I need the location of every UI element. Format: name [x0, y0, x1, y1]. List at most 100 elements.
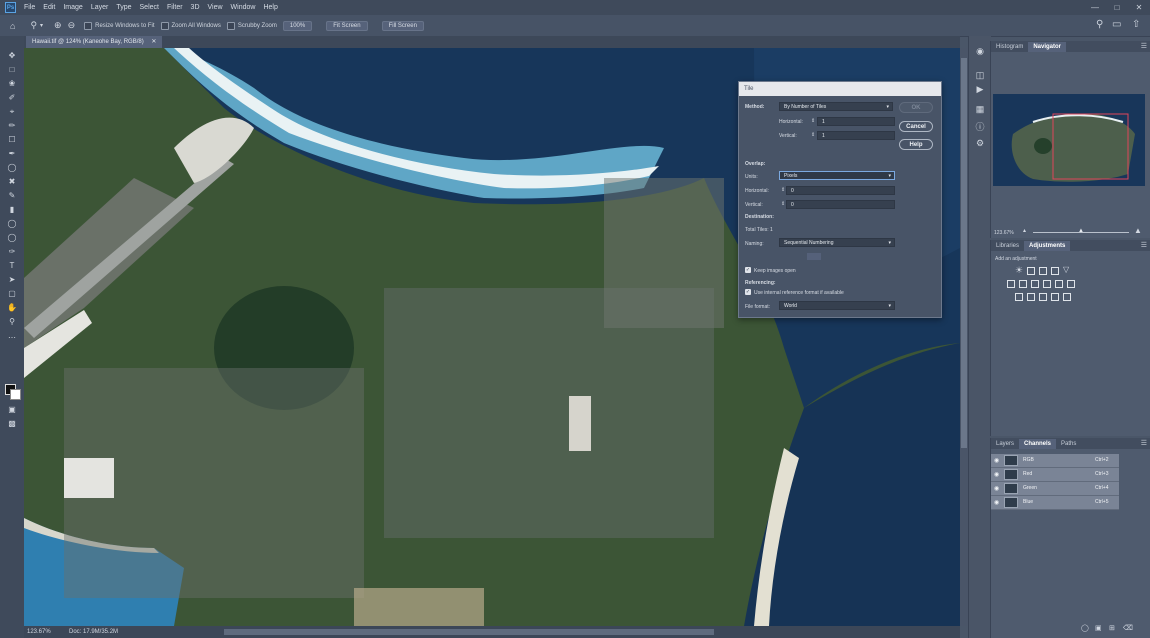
panel-menu-icon[interactable]: ☰ — [1141, 42, 1147, 50]
panel-menu-icon[interactable]: ☰ — [1141, 241, 1147, 249]
path-selection-tool-icon[interactable]: ➤ — [0, 274, 24, 286]
background-color-swatch[interactable] — [10, 389, 21, 400]
overlap-horizontal-input[interactable]: 0 — [786, 186, 895, 195]
spinner-icon[interactable]: ⇕ — [811, 118, 815, 124]
channel-row-green[interactable]: ◉ Green Ctrl+4 — [991, 482, 1119, 496]
horizontal-scrollbar[interactable] — [224, 629, 714, 635]
close-tab-icon[interactable]: ✕ — [151, 39, 156, 45]
healing-tool-icon[interactable]: ☐ — [0, 134, 24, 146]
share-icon[interactable]: ⇧ — [1132, 19, 1140, 30]
help-button[interactable]: Help — [899, 139, 933, 150]
selective-color-icon[interactable] — [1063, 293, 1071, 301]
channel-mixer-icon[interactable] — [1055, 280, 1063, 288]
pen-tool-icon[interactable]: ✑ — [0, 246, 24, 258]
units-select[interactable]: Pixels ▾ — [779, 171, 895, 180]
naming-suffix-field[interactable] — [807, 253, 821, 260]
tab-adjustments[interactable]: Adjustments — [1024, 241, 1071, 251]
vibrance-icon[interactable]: ▽ — [1063, 265, 1069, 274]
learn-icon[interactable]: ◉ — [969, 46, 991, 57]
zoom-slider-thumb[interactable]: ▲ — [1078, 228, 1084, 234]
posterize-icon[interactable] — [1027, 293, 1035, 301]
file-format-select[interactable]: World ▾ — [779, 301, 895, 310]
tab-layers[interactable]: Layers — [991, 439, 1019, 449]
delete-channel-icon[interactable]: ⌫ — [1123, 624, 1133, 632]
channel-row-rgb[interactable]: ◉ RGB Ctrl+2 — [991, 454, 1119, 468]
visibility-eye-icon[interactable]: ◉ — [994, 471, 999, 478]
spinner-icon[interactable]: ⇕ — [781, 201, 785, 207]
menu-filter[interactable]: Filter — [163, 0, 187, 15]
zoom-out-mountain-icon[interactable]: ▴ — [1023, 227, 1026, 234]
use-internal-ref-checkbox[interactable]: ✓ — [745, 289, 751, 295]
brush-tool-icon[interactable]: ✒ — [0, 148, 24, 160]
minimize-icon[interactable]: — — [1084, 0, 1106, 15]
quick-select-tool-icon[interactable]: ✐ — [0, 92, 24, 104]
visibility-eye-icon[interactable]: ◉ — [994, 457, 999, 464]
curves-icon[interactable] — [1039, 267, 1047, 275]
levels-icon[interactable] — [1027, 267, 1035, 275]
dodge-tool-icon[interactable]: ◯ — [0, 232, 24, 244]
menu-layer[interactable]: Layer — [87, 0, 113, 15]
quick-mask-icon[interactable]: ▣ — [0, 404, 24, 416]
eraser-tool-icon[interactable]: ✎ — [0, 190, 24, 202]
close-icon[interactable]: ✕ — [1128, 0, 1150, 15]
zoom-in-mountain-icon[interactable]: ▲ — [1134, 226, 1142, 235]
tab-libraries[interactable]: Libraries — [991, 241, 1024, 251]
zoom-tool-icon[interactable]: ⚲ — [0, 316, 24, 328]
horizontal-input[interactable]: 1 — [817, 117, 895, 126]
threshold-icon[interactable] — [1039, 293, 1047, 301]
home-icon[interactable]: ⌂ — [10, 21, 15, 31]
menu-help[interactable]: Help — [259, 0, 281, 15]
blur-tool-icon[interactable]: ◯ — [0, 218, 24, 230]
lasso-tool-icon[interactable]: ❀ — [0, 78, 24, 90]
menu-window[interactable]: Window — [227, 0, 260, 15]
panel-menu-icon[interactable]: ☰ — [1141, 439, 1147, 447]
menu-edit[interactable]: Edit — [39, 0, 59, 15]
color-balance-icon[interactable] — [1019, 280, 1027, 288]
spinner-icon[interactable]: ⇕ — [811, 132, 815, 138]
zoom-in-icon[interactable]: ⊕ — [54, 20, 62, 31]
marquee-tool-icon[interactable]: □ — [0, 64, 24, 76]
document-tab[interactable]: Hawaii.tif @ 124% (Kaneohe Bay, RGB/8) ✕ — [26, 36, 163, 48]
spinner-icon[interactable]: ⇕ — [781, 187, 785, 193]
tab-navigator[interactable]: Navigator — [1028, 42, 1067, 52]
history-icon[interactable]: ◫ — [969, 70, 991, 81]
tab-paths[interactable]: Paths — [1056, 439, 1081, 449]
menu-image[interactable]: Image — [59, 0, 86, 15]
hue-saturation-icon[interactable] — [1007, 280, 1015, 288]
navigator-thumbnail[interactable] — [993, 94, 1145, 186]
tab-histogram[interactable]: Histogram — [991, 42, 1028, 52]
brightness-contrast-icon[interactable]: ☀ — [1015, 265, 1023, 276]
save-selection-icon[interactable]: ▣ — [1095, 624, 1102, 632]
new-channel-icon[interactable]: ⊞ — [1109, 624, 1115, 632]
zoom-100-button[interactable]: 100% — [282, 20, 313, 31]
channel-row-blue[interactable]: ◉ Blue Ctrl+5 — [991, 496, 1119, 510]
eyedropper-tool-icon[interactable]: ✏ — [0, 120, 24, 132]
scrubby-zoom-checkbox[interactable] — [226, 21, 235, 30]
gradient-tool-icon[interactable]: ▮ — [0, 204, 24, 216]
history-brush-tool-icon[interactable]: ✖ — [0, 176, 24, 188]
shape-tool-icon[interactable]: ▢ — [0, 288, 24, 300]
character-icon[interactable]: ⚙ — [969, 138, 991, 149]
overlap-vertical-input[interactable]: 0 — [786, 200, 895, 209]
status-zoom[interactable]: 123.67% — [27, 626, 51, 638]
tab-channels[interactable]: Channels — [1019, 439, 1057, 449]
resize-windows-checkbox[interactable] — [84, 21, 93, 30]
method-select[interactable]: By Number of Tiles ▾ — [779, 102, 893, 111]
workspace-icon[interactable]: ▭ — [1112, 19, 1121, 30]
screen-mode-icon[interactable]: ▩ — [0, 418, 24, 430]
properties-icon[interactable]: ▦ — [969, 104, 991, 115]
photo-filter-icon[interactable] — [1043, 280, 1051, 288]
exposure-icon[interactable] — [1051, 267, 1059, 275]
black-white-icon[interactable] — [1031, 280, 1039, 288]
menu-file[interactable]: File — [20, 0, 39, 15]
naming-select[interactable]: Sequential Numbering ▾ — [779, 238, 895, 247]
cancel-button[interactable]: Cancel — [899, 121, 933, 132]
more-tools-icon[interactable]: ⋯ — [0, 332, 24, 344]
zoom-tool-icon[interactable]: ⚲ — [30, 20, 37, 31]
vertical-input[interactable]: 1 — [817, 131, 895, 140]
visibility-eye-icon[interactable]: ◉ — [994, 485, 999, 492]
hand-tool-icon[interactable]: ✋ — [0, 302, 24, 314]
zoom-out-icon[interactable]: ⊖ — [68, 20, 76, 31]
ok-button[interactable]: OK — [899, 102, 933, 113]
menu-select[interactable]: Select — [136, 0, 163, 15]
